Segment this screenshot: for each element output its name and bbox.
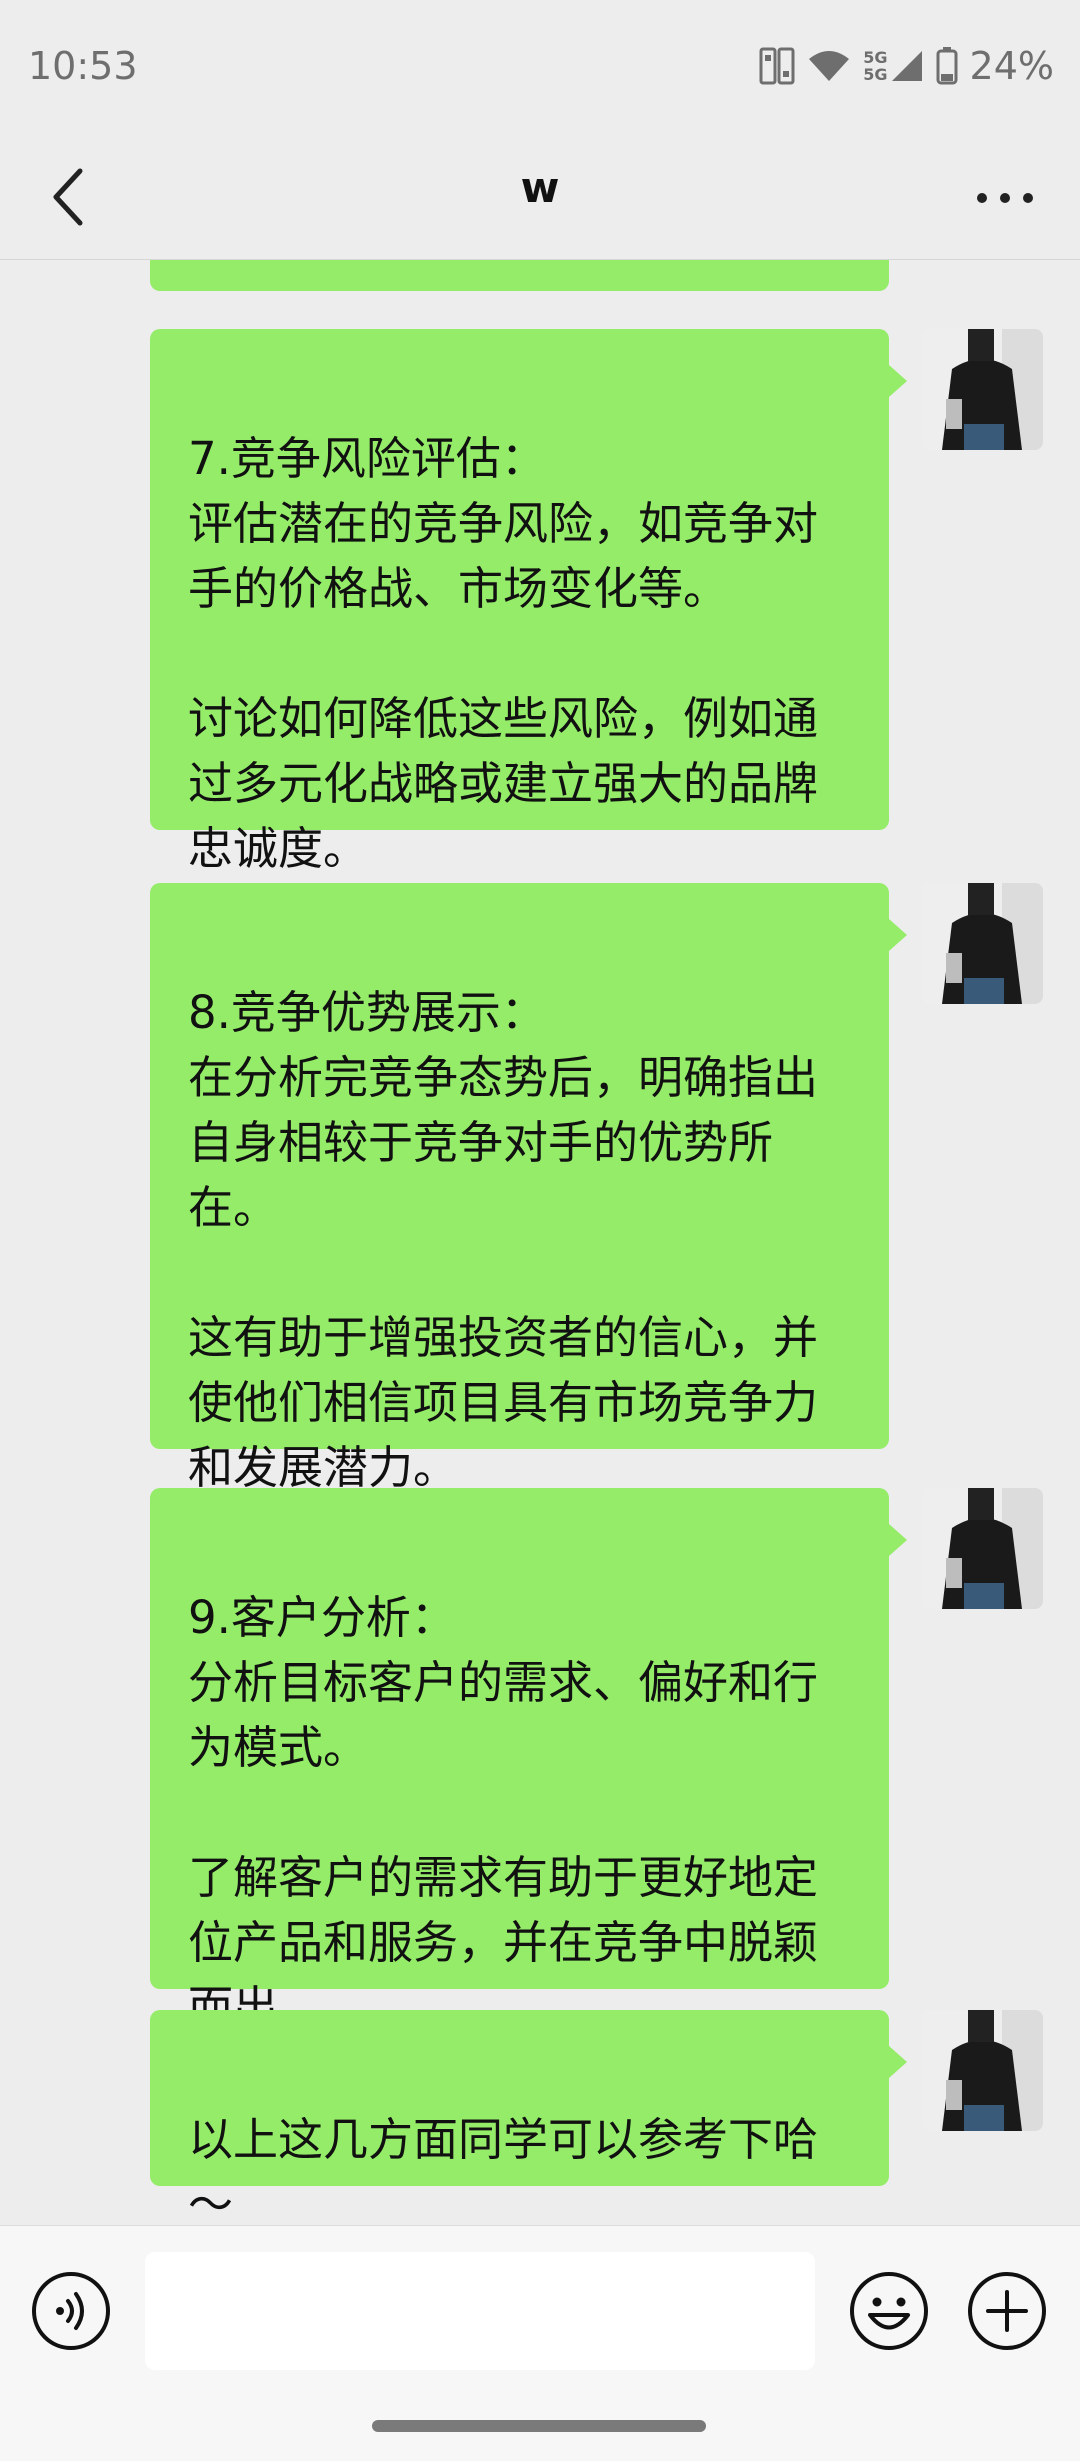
voice-button[interactable] <box>30 2270 112 2352</box>
more-button[interactable] <box>970 163 1040 233</box>
voice-icon <box>32 2272 110 2350</box>
avatar[interactable] <box>922 2010 1043 2131</box>
status-bar: 10:53 5G 5G 24% <box>0 0 1080 135</box>
message-bubble[interactable]: 以上这几方面同学可以参考下哈～ <box>150 2010 907 2225</box>
avatar[interactable] <box>922 883 1043 1004</box>
message-bubble[interactable] <box>150 259 889 291</box>
plus-icon <box>968 2272 1046 2350</box>
avatar[interactable] <box>922 1488 1043 1609</box>
status-icons: 5G 5G 24% <box>759 42 1054 90</box>
nfc-icon <box>759 47 795 85</box>
battery-percent: 24% <box>969 44 1054 88</box>
avatar-image <box>922 329 1043 450</box>
message-bubble[interactable]: 8.竞争优势展示： 在分析完竞争态势后，明确指出自身相较于竞争对手的优势所在。 … <box>150 883 907 1494</box>
avatar-image <box>922 883 1043 1004</box>
message-text: 8.竞争优势展示： 在分析完竞争态势后，明确指出自身相较于竞争对手的优势所在。 … <box>188 986 819 1494</box>
network-type-bottom: 5G <box>863 65 888 84</box>
more-functions-button[interactable] <box>966 2270 1048 2352</box>
chat-header: w <box>0 135 1080 260</box>
avatar-image <box>922 1488 1043 1609</box>
message-list[interactable]: 7.竞争风险评估： 评估潜在的竞争风险，如竞争对手的价格战、市场变化等。 讨论如… <box>0 259 1080 2225</box>
status-time: 10:53 <box>28 44 138 88</box>
chat-title: w <box>520 163 560 212</box>
emoji-icon <box>850 2272 928 2350</box>
network-type-top: 5G <box>863 48 888 67</box>
avatar-image <box>922 2010 1043 2131</box>
wifi-icon <box>809 51 850 81</box>
message-text: 7.竞争风险评估： 评估潜在的竞争风险，如竞争对手的价格战、市场变化等。 讨论如… <box>188 432 819 875</box>
message-text: 以上这几方面同学可以参考下哈～ <box>188 2113 819 2225</box>
battery-icon <box>936 47 958 85</box>
emoji-button[interactable] <box>848 2270 930 2352</box>
cellular-icon: 5G 5G <box>863 49 923 83</box>
message-bubble[interactable]: 7.竞争风险评估： 评估潜在的竞争风险，如竞争对手的价格战、市场变化等。 讨论如… <box>150 329 907 875</box>
home-indicator[interactable] <box>372 2420 706 2432</box>
more-dots-icon <box>977 193 1033 203</box>
message-text: 9.客户分析： 分析目标客户的需求、偏好和行为模式。 了解客户的需求有助于更好地… <box>188 1591 819 2034</box>
message-bubble[interactable]: 9.客户分析： 分析目标客户的需求、偏好和行为模式。 了解客户的需求有助于更好地… <box>150 1488 907 2034</box>
message-input[interactable] <box>145 2252 815 2370</box>
avatar[interactable] <box>922 329 1043 450</box>
